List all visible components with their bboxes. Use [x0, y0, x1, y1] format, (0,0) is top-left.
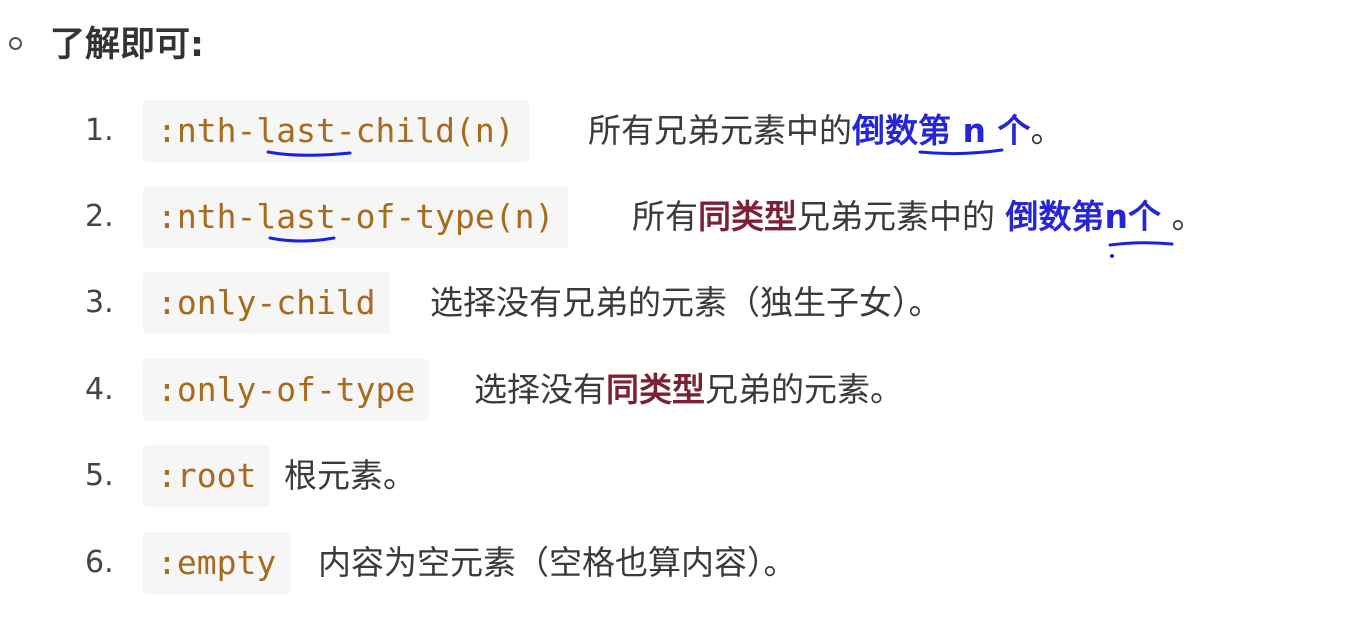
item-number: 2. — [85, 199, 114, 234]
item-number: 3. — [85, 285, 114, 320]
section-heading: 了解即可: — [50, 25, 204, 65]
code-selector: :nth-last-child(n) — [143, 100, 529, 162]
description-text: 兄弟元素中的 — [797, 197, 1006, 236]
description-text: 。 — [1030, 111, 1064, 150]
code-selector: :root — [143, 445, 271, 507]
code-selector: :only-child — [143, 272, 390, 334]
description-text: 兄弟的元素。 — [705, 370, 903, 409]
code-selector: :empty — [143, 532, 291, 594]
item-number: 1. — [85, 113, 114, 148]
description-text: 根元素。 — [284, 456, 416, 495]
emphasis-text: 倒数第 n 个 — [852, 111, 1031, 150]
item-description: 选择没有同类型兄弟的元素。 — [474, 359, 903, 421]
code-selector: :only-of-type — [143, 359, 430, 421]
description-text: 选择没有兄弟的元素（独生子女）。 — [430, 283, 942, 322]
description-text: 。 — [1161, 197, 1205, 236]
item-description: 所有同类型兄弟元素中的 倒数第n个 。 — [632, 186, 1205, 248]
item-number: 5. — [85, 458, 114, 493]
annotation-dot — [1110, 254, 1114, 258]
emphasis-text: 同类型 — [698, 197, 797, 236]
item-number: 4. — [85, 372, 114, 407]
item-description: 所有兄弟元素中的倒数第 n 个。 — [588, 100, 1063, 162]
item-number: 6. — [85, 545, 114, 580]
description-text: 内容为空元素（空格也算内容）。 — [318, 543, 797, 582]
description-text: 选择没有 — [474, 370, 606, 409]
item-description: 根元素。 — [284, 445, 416, 507]
emphasis-text: 倒数第n个 — [1005, 197, 1162, 236]
emphasis-text: 同类型 — [606, 370, 705, 409]
code-selector: :nth-last-of-type(n) — [143, 186, 569, 248]
list-bullet-icon — [9, 37, 22, 50]
item-description: 内容为空元素（空格也算内容）。 — [318, 532, 797, 594]
description-text: 所有 — [632, 197, 698, 236]
item-description: 选择没有兄弟的元素（独生子女）。 — [430, 272, 942, 334]
description-text: 所有兄弟元素中的 — [588, 111, 852, 150]
